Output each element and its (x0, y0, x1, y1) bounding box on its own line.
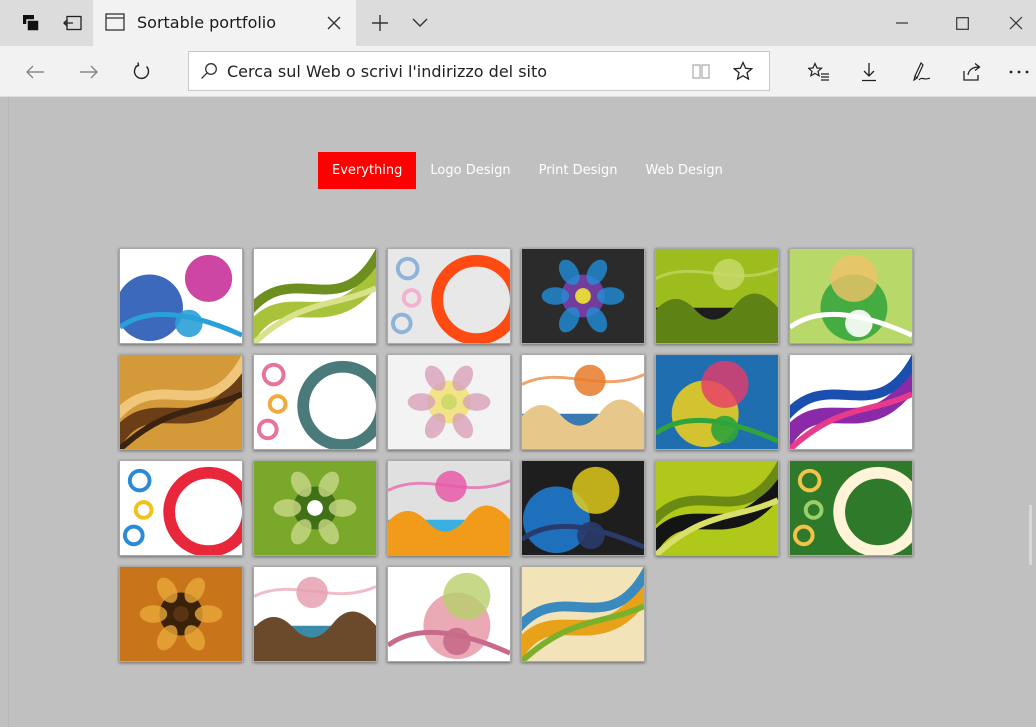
share-icon[interactable] (950, 46, 994, 97)
page-left-edge (8, 97, 9, 727)
portfolio-item-colored-circles-pattern[interactable] (387, 460, 511, 556)
portfolio-artwork (120, 461, 242, 555)
portfolio-item-green-landscape-silhouette[interactable] (655, 248, 779, 344)
portfolio-artwork (656, 355, 778, 449)
portfolio-item-blue-yellow-arcs[interactable] (521, 460, 645, 556)
portfolio-artwork (254, 249, 376, 343)
page-content: Everything Logo Design Print Design Web … (0, 97, 1036, 727)
portfolio-artwork (254, 461, 376, 555)
browser-toolbar: Cerca sul Web o scrivi l'indirizzo del s… (0, 46, 1036, 97)
portfolio-item-green-grunge-floral[interactable] (253, 460, 377, 556)
tab-actions-icon[interactable] (10, 0, 52, 46)
portfolio-item-colorful-swirl-bokeh[interactable] (119, 248, 243, 344)
close-window-icon[interactable] (996, 0, 1036, 46)
filter-web-design[interactable]: Web Design (632, 152, 737, 189)
portfolio-artwork (522, 461, 644, 555)
portfolio-item-orange-leaf-collage[interactable] (521, 566, 645, 662)
close-tab-icon[interactable] (326, 11, 342, 36)
portfolio-filter-nav: Everything Logo Design Print Design Web … (318, 152, 737, 189)
filter-everything[interactable]: Everything (318, 152, 417, 189)
favorites-list-icon[interactable] (797, 46, 841, 97)
portfolio-artwork (790, 249, 912, 343)
portfolio-item-orange-circle-rings[interactable] (387, 248, 511, 344)
portfolio-artwork (790, 355, 912, 449)
filter-print-design[interactable]: Print Design (525, 152, 632, 189)
tab-title: Sortable portfolio (137, 13, 277, 32)
portfolio-artwork (120, 355, 242, 449)
portfolio-artwork (120, 567, 242, 661)
tab-preview-chevron-down-icon[interactable] (400, 0, 440, 46)
reading-view-icon[interactable] (691, 61, 711, 85)
portfolio-artwork (254, 567, 376, 661)
back-arrow-icon[interactable] (12, 46, 58, 97)
portfolio-artwork (388, 461, 510, 555)
portfolio-artwork (656, 461, 778, 555)
pen-notes-icon[interactable] (899, 46, 943, 97)
address-bar[interactable]: Cerca sul Web o scrivi l'indirizzo del s… (188, 51, 770, 91)
portfolio-artwork (388, 567, 510, 661)
portfolio-artwork (522, 249, 644, 343)
portfolio-item-purple-blue-stripes[interactable] (521, 248, 645, 344)
portfolio-item-city-silhouette-green[interactable] (655, 460, 779, 556)
page-icon (105, 13, 125, 35)
favorite-star-icon[interactable] (732, 60, 754, 85)
scrollbar-thumb[interactable] (1029, 505, 1032, 565)
minimize-icon[interactable] (877, 0, 927, 46)
downloads-icon[interactable] (847, 46, 891, 97)
portfolio-item-beige-butterfly-splash[interactable] (521, 354, 645, 450)
title-bar: Sortable portfolio (0, 0, 1036, 46)
portfolio-artwork (522, 355, 644, 449)
address-input[interactable]: Cerca sul Web o scrivi l'indirizzo del s… (227, 62, 547, 81)
refresh-icon[interactable] (118, 46, 164, 97)
portfolio-item-rainbow-paisley-drops[interactable] (119, 460, 243, 556)
portfolio-artwork (388, 249, 510, 343)
portfolio-artwork (388, 355, 510, 449)
portfolio-artwork (656, 249, 778, 343)
forward-arrow-icon[interactable] (66, 46, 112, 97)
search-icon (200, 62, 218, 84)
portfolio-artwork (120, 249, 242, 343)
portfolio-item-frangipani-green[interactable] (789, 460, 913, 556)
portfolio-item-vine-ornament-white[interactable] (253, 566, 377, 662)
portfolio-item-pink-rose-sketch[interactable] (387, 566, 511, 662)
portfolio-artwork (254, 355, 376, 449)
portfolio-item-yellow-flower-outline[interactable] (387, 354, 511, 450)
portfolio-artwork (790, 461, 912, 555)
portfolio-item-tropical-flower-burst[interactable] (655, 354, 779, 450)
portfolio-item-grunge-tree-sunset[interactable] (119, 566, 243, 662)
maximize-icon[interactable] (937, 0, 987, 46)
more-options-icon[interactable] (1002, 46, 1036, 97)
filter-logo-design[interactable]: Logo Design (416, 152, 524, 189)
tab-sortable-portfolio[interactable]: Sortable portfolio (93, 0, 356, 46)
portfolio-item-purple-swirl-floral[interactable] (789, 354, 913, 450)
set-aside-tabs-icon[interactable] (52, 0, 94, 46)
new-tab-icon[interactable] (360, 0, 400, 46)
portfolio-item-green-flower-waves[interactable] (789, 248, 913, 344)
portfolio-item-brown-bonsai-vintage[interactable] (119, 354, 243, 450)
portfolio-item-white-floral-ornament[interactable] (253, 354, 377, 450)
portfolio-item-green-floral-vines[interactable] (253, 248, 377, 344)
portfolio-artwork (522, 567, 644, 661)
